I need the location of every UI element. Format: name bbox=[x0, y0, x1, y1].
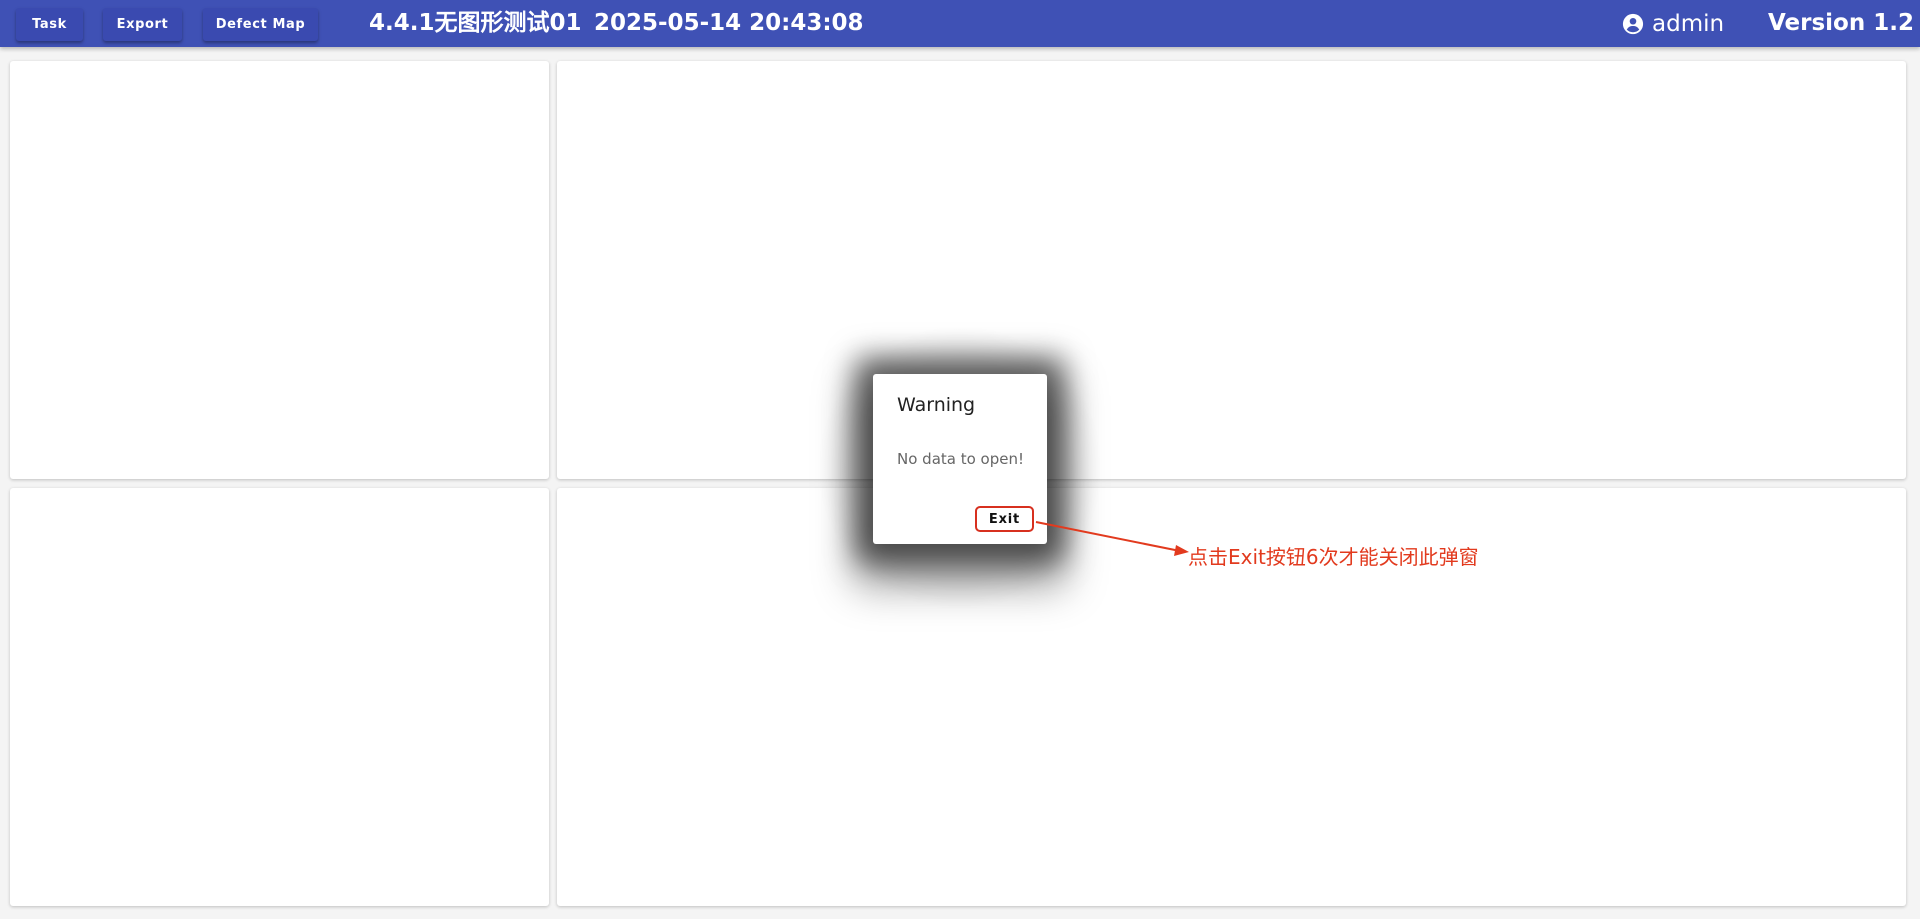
annotation-note: 点击Exit按钮6次才能关闭此弹窗 bbox=[1188, 545, 1479, 569]
warning-dialog: Warning No data to open! Exit bbox=[873, 374, 1047, 544]
panel-top-left bbox=[10, 61, 549, 479]
account-circle-icon bbox=[1622, 13, 1644, 35]
user-menu[interactable]: admin bbox=[1622, 8, 1724, 39]
defect-map-button[interactable]: Defect Map bbox=[203, 8, 318, 41]
current-datetime: 2025-05-14 20:43:08 bbox=[594, 10, 864, 36]
panel-top-right bbox=[557, 61, 1906, 479]
version-label: Version 1.2 bbox=[1768, 10, 1914, 36]
user-name: admin bbox=[1652, 10, 1725, 37]
exit-button[interactable]: Exit bbox=[975, 506, 1034, 532]
top-app-bar: Task Export Defect Map 4.4.1无图形测试01 2025… bbox=[0, 0, 1920, 47]
dialog-message: No data to open! bbox=[897, 450, 1024, 468]
panel-bottom-left bbox=[10, 488, 549, 906]
task-button[interactable]: Task bbox=[16, 8, 83, 41]
export-button[interactable]: Export bbox=[103, 8, 182, 41]
dialog-title: Warning bbox=[897, 394, 976, 416]
project-title: 4.4.1无图形测试01 bbox=[369, 10, 582, 36]
